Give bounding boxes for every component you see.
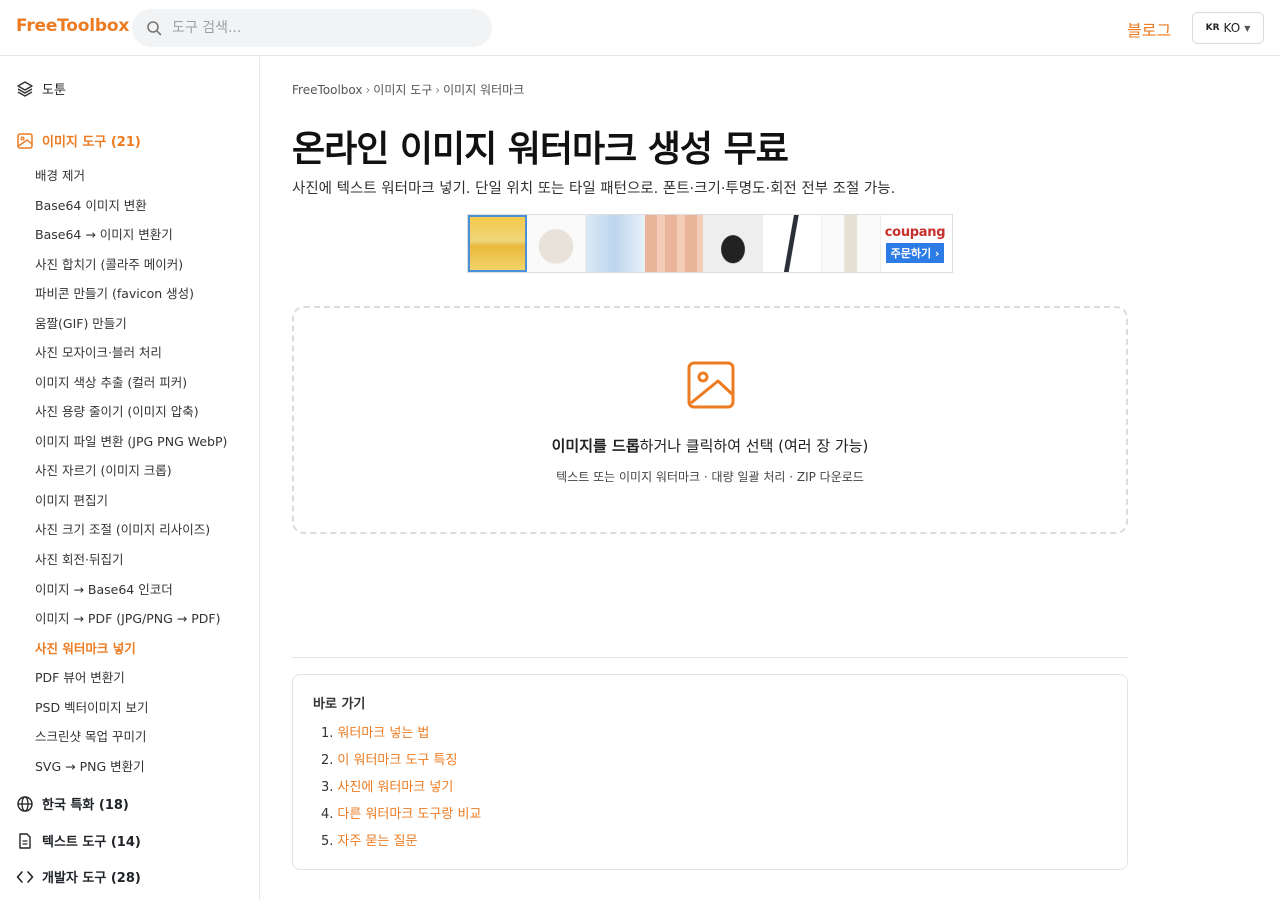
ad-brand: coupang bbox=[884, 224, 946, 240]
dropzone-instructions: 이미지를 드롭하거나 클릭하여 선택 (여러 장 가능) bbox=[294, 435, 1126, 456]
dropzone-features: 텍스트 또는 이미지 워터마크 · 대량 일괄 처리 · ZIP 다운로드 bbox=[556, 470, 864, 484]
sidebar-tool-link[interactable]: 이미지 편집기 bbox=[35, 490, 108, 509]
category-label: 이미지 도구 (21) bbox=[42, 135, 141, 150]
toc-title: 바로 가기 bbox=[313, 697, 366, 712]
flag-icon: KR bbox=[1205, 23, 1220, 33]
toc-number: 3. bbox=[321, 780, 334, 795]
toc-number: 1. bbox=[321, 726, 334, 741]
sidebar-tool-link[interactable]: 배경 제거 bbox=[35, 165, 85, 184]
code-icon bbox=[16, 870, 34, 883]
blog-link[interactable]: 블로그 bbox=[1127, 17, 1171, 41]
page-title: 온라인 이미지 워터마크 생성 무료 bbox=[292, 129, 789, 170]
search-icon bbox=[147, 21, 162, 36]
image-dropzone[interactable]: 이미지를 드롭하거나 클릭하여 선택 (여러 장 가능) 텍스트 또는 이미지 … bbox=[292, 306, 1128, 534]
ad-product-image[interactable] bbox=[822, 215, 881, 272]
category-label: 개발자 도구 (28) bbox=[42, 871, 141, 886]
sidebar-tool-link[interactable]: 사진 자르기 (이미지 크롭) bbox=[35, 460, 172, 479]
sidebar-category-korea[interactable]: 한국 특화 (18) bbox=[16, 794, 129, 813]
language-selector[interactable]: KR KO ▼ bbox=[1192, 12, 1264, 44]
ad-product-image[interactable] bbox=[586, 215, 645, 272]
ad-banner[interactable]: coupang 주문하기 › bbox=[467, 214, 953, 273]
sidebar-top-item[interactable]: 도툰 bbox=[16, 79, 66, 98]
dropzone-bold-text: 이미지를 드롭 bbox=[551, 437, 640, 455]
top-header: FreeToolbox 블로그 KR KO ▼ bbox=[0, 0, 1280, 56]
toc-link[interactable]: 다른 워터마크 도구랑 비교 bbox=[337, 807, 481, 822]
sidebar-category-text[interactable]: 텍스트 도구 (14) bbox=[16, 831, 141, 850]
search-input[interactable] bbox=[172, 20, 472, 36]
toc-link[interactable]: 사진에 워터마크 넣기 bbox=[337, 780, 453, 795]
ad-product-image[interactable] bbox=[527, 215, 586, 272]
toc-link[interactable]: 이 워터마크 도구 특징 bbox=[337, 753, 457, 768]
toc-link[interactable]: 워터마크 넣는 법 bbox=[337, 726, 429, 741]
sidebar-tool-link[interactable]: 사진 용량 줄이기 (이미지 압축) bbox=[35, 401, 199, 420]
sidebar-tool-link[interactable]: 스크린샷 목업 꾸미기 bbox=[35, 726, 146, 745]
sidebar-tool-link[interactable]: 움짤(GIF) 만들기 bbox=[35, 313, 127, 332]
sidebar-tool-link[interactable]: 이미지 → PDF (JPG/PNG → PDF) bbox=[35, 608, 220, 627]
sidebar-tool-link[interactable]: 이미지 파일 변환 (JPG PNG WebP) bbox=[35, 431, 227, 450]
site-logo[interactable]: FreeToolbox bbox=[16, 16, 129, 36]
breadcrumb-link[interactable]: 이미지 도구 bbox=[373, 83, 432, 97]
toc-item: 5. 자주 묻는 질문 bbox=[321, 830, 417, 849]
sidebar-tool-link[interactable]: 사진 모자이크·블러 처리 bbox=[35, 342, 162, 361]
page-subtitle: 사진에 텍스트 워터마크 넣기. 단일 위치 또는 타일 패턴으로. 폰트·크기… bbox=[292, 181, 896, 197]
toc-item: 3. 사진에 워터마크 넣기 bbox=[321, 776, 453, 795]
ad-product-image[interactable] bbox=[763, 215, 822, 272]
toc-number: 4. bbox=[321, 807, 334, 822]
sidebar-tool-link[interactable]: 이미지 색상 추출 (컬러 피커) bbox=[35, 372, 187, 391]
toc-number: 2. bbox=[321, 753, 334, 768]
layers-icon bbox=[17, 80, 33, 97]
language-code: KO bbox=[1223, 21, 1241, 35]
sidebar-tool-link[interactable]: PDF 뷰어 변환기 bbox=[35, 667, 125, 686]
sidebar-category-image[interactable]: 이미지 도구 (21) bbox=[16, 131, 141, 150]
sidebar-tool-link[interactable]: 사진 합치기 (콜라주 메이커) bbox=[35, 254, 183, 273]
sidebar-tool-link[interactable]: Base64 이미지 변환 bbox=[35, 195, 147, 214]
ad-order-button[interactable]: 주문하기 › bbox=[885, 242, 945, 263]
toc-item: 4. 다른 워터마크 도구랑 비교 bbox=[321, 803, 481, 822]
breadcrumb-current: 이미지 워터마크 bbox=[443, 83, 525, 97]
search-bar[interactable] bbox=[132, 9, 492, 47]
sidebar-tool-link[interactable]: PSD 벡터이미지 보기 bbox=[35, 697, 149, 716]
globe-icon bbox=[17, 795, 33, 812]
sidebar-tool-link[interactable]: 이미지 → Base64 인코더 bbox=[35, 579, 173, 598]
ad-cta[interactable]: coupang 주문하기 › bbox=[881, 215, 949, 272]
ad-product-image[interactable] bbox=[468, 215, 527, 272]
toc-number: 5. bbox=[321, 834, 334, 849]
sidebar: 도툰 이미지 도구 (21) 배경 제거 Base64 이미지 변환 Base6… bbox=[0, 57, 260, 900]
sidebar-tool-link[interactable]: 파비콘 만들기 (favicon 생성) bbox=[35, 283, 194, 302]
breadcrumb-separator: › bbox=[435, 83, 441, 97]
sidebar-tool-link-active[interactable]: 사진 워터마크 넣기 bbox=[35, 638, 136, 657]
section-divider bbox=[292, 657, 1128, 658]
sidebar-tool-link[interactable]: SVG → PNG 변환기 bbox=[35, 756, 145, 775]
document-icon bbox=[19, 832, 31, 849]
breadcrumb-separator: › bbox=[365, 83, 371, 97]
breadcrumb: FreeToolbox › 이미지 도구 › 이미지 워터마크 bbox=[292, 81, 524, 98]
table-of-contents: 바로 가기 1. 워터마크 넣는 법 2. 이 워터마크 도구 특징 3. 사진에 워… bbox=[292, 674, 1128, 870]
image-upload-icon bbox=[687, 361, 735, 409]
breadcrumb-link[interactable]: FreeToolbox bbox=[292, 83, 362, 97]
sidebar-tool-link[interactable]: 사진 크기 조절 (이미지 리사이즈) bbox=[35, 519, 210, 538]
sidebar-top-label: 도툰 bbox=[42, 83, 66, 98]
ad-product-image[interactable] bbox=[645, 215, 704, 272]
sidebar-tool-link[interactable]: Base64 → 이미지 변환기 bbox=[35, 224, 173, 243]
image-icon bbox=[17, 132, 33, 149]
dropzone-rest-text: 하거나 클릭하여 선택 (여러 장 가능) bbox=[639, 437, 869, 455]
toc-item: 1. 워터마크 넣는 법 bbox=[321, 722, 429, 741]
ad-product-image[interactable] bbox=[704, 215, 763, 272]
caret-down-icon: ▼ bbox=[1244, 23, 1251, 33]
toc-link[interactable]: 자주 묻는 질문 bbox=[337, 834, 417, 849]
category-label: 한국 특화 (18) bbox=[42, 798, 129, 813]
sidebar-category-dev[interactable]: 개발자 도구 (28) bbox=[16, 867, 141, 886]
toc-item: 2. 이 워터마크 도구 특징 bbox=[321, 749, 457, 768]
sidebar-tool-link[interactable]: 사진 회전·뒤집기 bbox=[35, 549, 123, 568]
category-label: 텍스트 도구 (14) bbox=[42, 835, 141, 850]
